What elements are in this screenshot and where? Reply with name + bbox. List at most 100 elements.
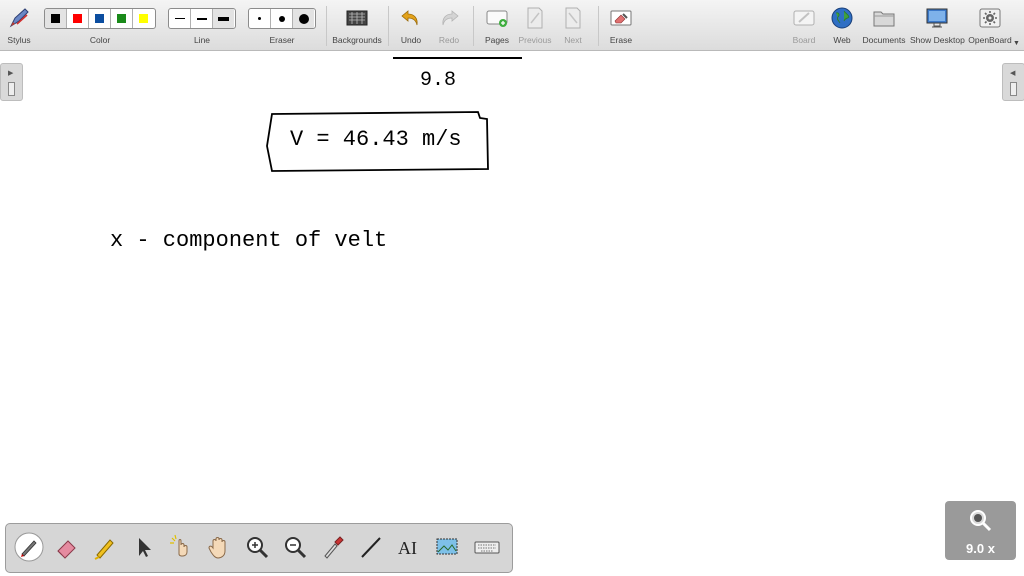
- globe-icon: [831, 7, 853, 29]
- hand-tool-button[interactable]: [204, 532, 234, 562]
- zoom-out-tool-button[interactable]: [280, 532, 310, 562]
- show-desktop-label: Show Desktop: [910, 35, 965, 45]
- add-page-icon: [486, 10, 508, 27]
- keyboard-icon: [474, 541, 500, 554]
- pen-tool-button[interactable]: [14, 532, 44, 562]
- virtual-keyboard-button[interactable]: [472, 532, 502, 562]
- chevron-down-icon[interactable]: ▼: [1013, 40, 1020, 47]
- toolbar-separator: [326, 6, 327, 46]
- pages-label: Pages: [484, 35, 510, 45]
- pipette-tool-button[interactable]: [318, 532, 348, 562]
- laser-icon: [170, 534, 188, 557]
- capture-tool-button[interactable]: [432, 532, 462, 562]
- undo-label: Undo: [400, 35, 422, 45]
- backgrounds-button[interactable]: Backgrounds: [331, 0, 383, 50]
- line-label: Line: [193, 35, 211, 45]
- eraser-large[interactable]: [293, 9, 314, 28]
- pipette-icon: [324, 536, 344, 559]
- web-button[interactable]: Web: [826, 0, 858, 50]
- erase-button[interactable]: Erase: [604, 0, 638, 50]
- documents-label: Documents: [862, 35, 906, 45]
- text-tool-button[interactable]: AI: [394, 532, 424, 562]
- monitor-icon: [926, 8, 948, 28]
- hand-icon: [208, 537, 226, 559]
- eraser-tool-button[interactable]: [52, 532, 82, 562]
- undo-icon: [401, 10, 418, 26]
- board-button[interactable]: Board: [788, 0, 820, 50]
- eraser-small[interactable]: [249, 9, 271, 28]
- selector-tool-button[interactable]: [128, 532, 158, 562]
- erase-label: Erase: [609, 35, 633, 45]
- line-tool-button[interactable]: [356, 532, 386, 562]
- color-red[interactable]: [67, 9, 89, 28]
- eraser-group: Eraser: [248, 0, 316, 50]
- documents-button[interactable]: Documents: [862, 0, 906, 50]
- color-group: Color: [44, 0, 156, 50]
- zoom-out-icon: [285, 537, 307, 559]
- backgrounds-icon: [346, 10, 368, 26]
- stylus-button[interactable]: Stylus: [4, 0, 34, 50]
- color-palette: [44, 8, 156, 29]
- board-icon: [793, 10, 815, 26]
- line-thick[interactable]: [213, 9, 234, 28]
- result-equation: V = 46.43 m/s: [290, 127, 462, 152]
- next-label: Next: [564, 35, 582, 45]
- previous-label: Previous: [518, 35, 552, 45]
- whiteboard-canvas[interactable]: 9.8 V = 46.43 m/s x - component of velt: [0, 51, 1024, 576]
- eraser-label: Eraser: [269, 35, 295, 45]
- redo-button[interactable]: Redo: [434, 0, 464, 50]
- tool-palette: AI: [5, 523, 513, 573]
- eraser-icon: [57, 540, 76, 559]
- zoom-in-icon: [247, 537, 269, 559]
- zoom-in-tool-button[interactable]: [242, 532, 272, 562]
- previous-page-button[interactable]: Previous: [518, 0, 552, 50]
- zoom-level: 9.0 x: [966, 541, 995, 556]
- svg-text:AI: AI: [398, 538, 417, 558]
- pages-button[interactable]: Pages: [480, 0, 514, 50]
- stylus-icon: [9, 8, 29, 28]
- capture-icon: [436, 538, 458, 555]
- show-desktop-button[interactable]: Show Desktop: [910, 0, 965, 50]
- erase-icon: [610, 10, 632, 26]
- line-icon: [361, 537, 381, 558]
- redo-icon: [442, 10, 459, 26]
- color-label: Color: [89, 35, 111, 45]
- folder-icon: [873, 11, 895, 27]
- openboard-menu-button[interactable]: OpenBoard: [966, 0, 1014, 50]
- eraser-medium[interactable]: [271, 9, 293, 28]
- next-page-icon: [565, 7, 581, 29]
- openboard-label: OpenBoard: [968, 35, 1012, 45]
- highlighter-tool-button[interactable]: [90, 532, 120, 562]
- text-icon: AI: [398, 538, 417, 558]
- backgrounds-label: Backgrounds: [332, 35, 382, 45]
- board-label: Board: [792, 35, 816, 45]
- toolbar-separator: [598, 6, 599, 46]
- gear-icon: [979, 8, 1001, 28]
- color-blue[interactable]: [89, 9, 111, 28]
- redo-label: Redo: [438, 35, 460, 45]
- laser-pointer-button[interactable]: [166, 532, 196, 562]
- zoom-indicator[interactable]: 9.0 x: [945, 501, 1016, 560]
- toolbar-separator: [388, 6, 389, 46]
- fraction-denominator: 9.8: [420, 69, 456, 92]
- color-black[interactable]: [45, 9, 67, 28]
- handwritten-heading: x - component of velt: [110, 228, 387, 253]
- pointer-icon: [139, 538, 151, 557]
- color-yellow[interactable]: [133, 9, 154, 28]
- line-width-palette: [168, 8, 236, 29]
- undo-button[interactable]: Undo: [396, 0, 426, 50]
- pen-icon: [14, 532, 44, 562]
- highlighter-icon: [94, 539, 114, 560]
- handwriting-layer: 9.8 V = 46.43 m/s x - component of velt: [110, 57, 522, 253]
- stylus-label: Stylus: [7, 35, 31, 45]
- top-toolbar: Stylus Color Line Eraser Backgrounds Und…: [0, 0, 1024, 51]
- line-group: Line: [168, 0, 236, 50]
- magnifier-icon: [970, 510, 992, 532]
- next-page-button[interactable]: Next: [556, 0, 590, 50]
- eraser-size-palette: [248, 8, 316, 29]
- line-thin[interactable]: [169, 9, 191, 28]
- toolbar-separator: [473, 6, 474, 46]
- color-green[interactable]: [111, 9, 133, 28]
- web-label: Web: [833, 35, 851, 45]
- line-medium[interactable]: [191, 9, 213, 28]
